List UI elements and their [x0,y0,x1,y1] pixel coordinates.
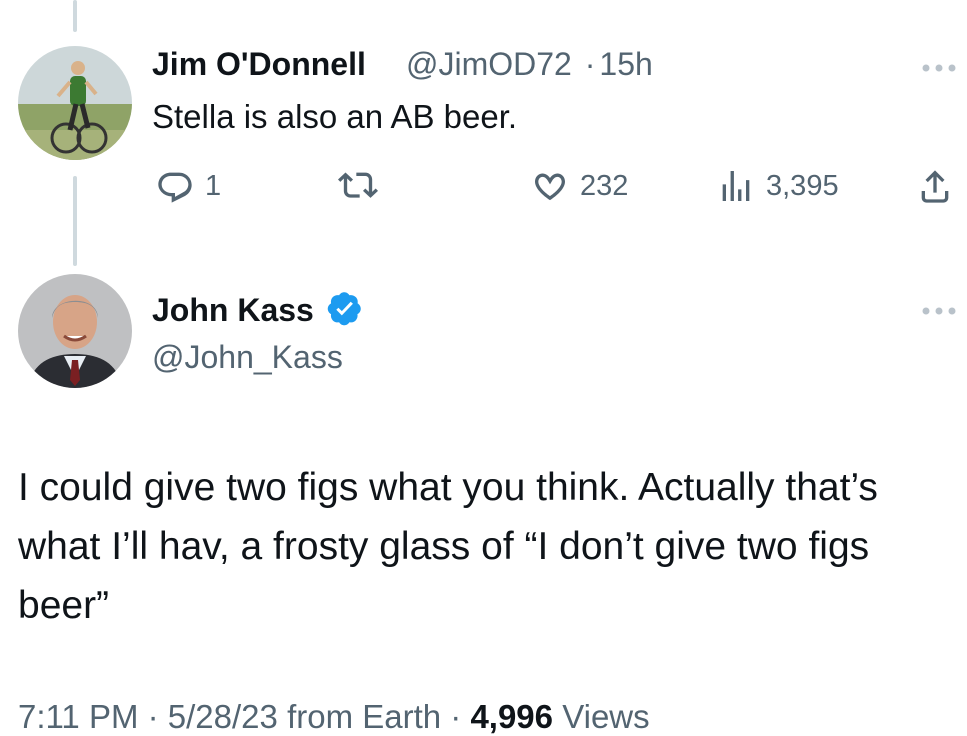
views-icon [722,171,750,201]
reply-count: 1 [205,169,222,202]
main-author-name[interactable]: John Kass [152,290,363,329]
reply-separator: · [584,46,596,82]
thread-line-top [73,0,77,32]
tweet-time[interactable]: 7:11 PM [18,698,138,735]
verified-badge-icon[interactable] [327,290,363,326]
reply-handle[interactable]: @JimOD72 [406,46,572,82]
main-more-icon[interactable] [921,303,957,321]
views-count: 4,996 [470,698,554,735]
like-button[interactable]: 232 [530,166,628,206]
main-author-name-text: John Kass [152,292,314,328]
tweet-date[interactable]: 5/28/23 [168,698,278,735]
share-button[interactable] [915,166,955,206]
reply-icon [158,172,192,203]
retweet-icon [338,172,378,198]
tweet-source: from Earth [287,698,442,735]
thread-line-bottom [73,176,77,266]
main-tweet-meta: 7:11 PM · 5/28/23 from Earth · 4,996 Vie… [18,698,650,735]
share-icon [921,170,949,203]
reply-more-icon[interactable] [921,60,957,78]
main-handle[interactable]: @John_Kass [152,339,343,376]
like-count: 232 [580,169,629,202]
reply-time-ago[interactable]: 15h [599,46,652,82]
like-icon [535,173,565,201]
main-tweet-text: I could give two figs what you think. Ac… [18,466,878,627]
reply-handle-row: @JimOD72 · 15h [406,46,653,83]
views-label: Views [562,698,650,735]
main-author-avatar[interactable] [18,274,132,388]
retweet-button[interactable] [338,166,388,206]
view-count: 3,395 [766,169,839,202]
reply-author-avatar[interactable] [18,46,132,160]
reply-button[interactable]: 1 [155,166,221,206]
reply-author-name[interactable]: Jim O'Donnell [152,46,366,83]
views-button[interactable]: 3,395 [716,166,839,206]
reply-text: Stella is also an AB beer. [152,98,518,135]
